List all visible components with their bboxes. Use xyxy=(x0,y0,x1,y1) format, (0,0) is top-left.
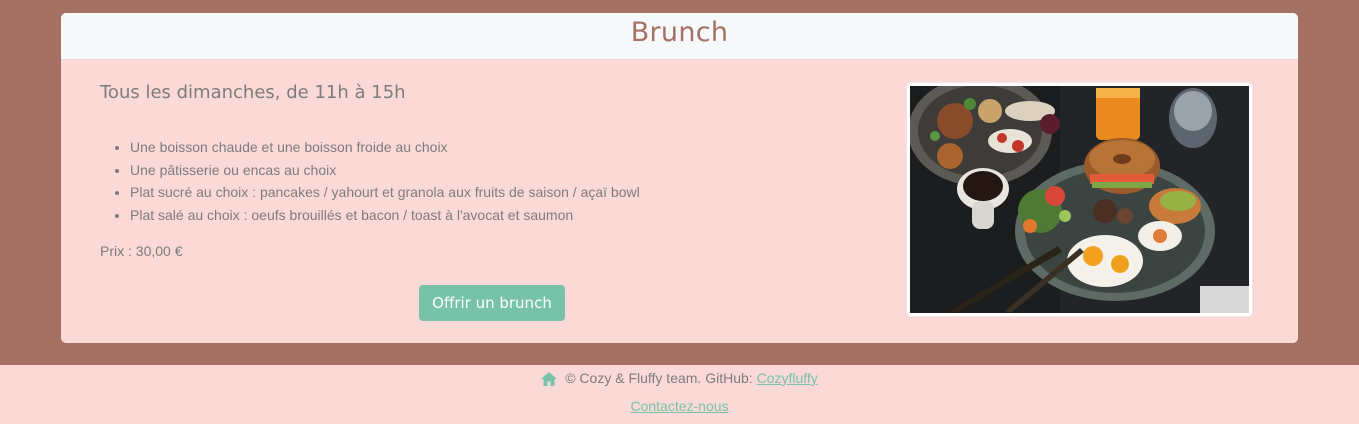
menu-list: Une boisson chaude et une boisson froide… xyxy=(100,136,640,226)
price-text: Prix : 30,00 € xyxy=(100,243,183,259)
card-title: Brunch xyxy=(630,17,729,48)
github-link[interactable]: Cozyfluffy xyxy=(757,370,818,386)
card-body: Tous les dimanches, de 11h à 15h Une boi… xyxy=(61,60,1298,343)
list-item: Plat salé au choix : oeufs brouillés et … xyxy=(130,204,640,227)
contact-link[interactable]: Contactez-nous xyxy=(630,398,728,414)
page-footer: © Cozy & Fluffy team. GitHub: Cozyfluffy… xyxy=(0,365,1359,424)
footer-copyright-line: © Cozy & Fluffy team. GitHub: Cozyfluffy xyxy=(0,369,1359,390)
card-header: Brunch xyxy=(61,13,1298,60)
gift-brunch-button[interactable]: Offrir un brunch xyxy=(419,285,565,321)
list-item: Une pâtisserie ou encas au choix xyxy=(130,159,640,182)
home-icon[interactable] xyxy=(541,372,558,390)
brunch-photo xyxy=(907,83,1252,316)
footer-contact-line: Contactez-nous xyxy=(0,397,1359,415)
copyright-text: © Cozy & Fluffy team. GitHub: xyxy=(565,370,753,386)
schedule-subtitle: Tous les dimanches, de 11h à 15h xyxy=(100,82,406,103)
brunch-card: Brunch Tous les dimanches, de 11h à 15h … xyxy=(61,13,1298,343)
list-item: Une boisson chaude et une boisson froide… xyxy=(130,136,640,159)
list-item: Plat sucré au choix : pancakes / yahourt… xyxy=(130,181,640,204)
